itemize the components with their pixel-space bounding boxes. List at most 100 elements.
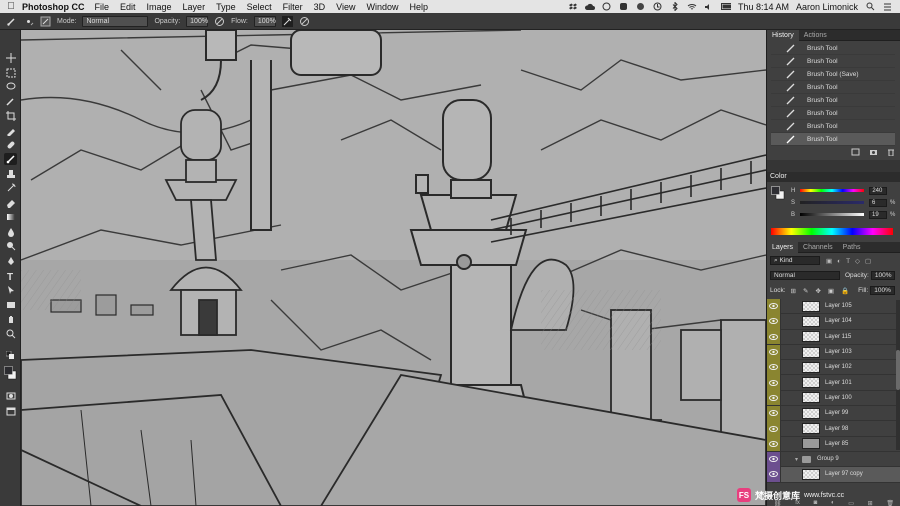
marquee-tool-icon[interactable] bbox=[4, 67, 17, 79]
group-row[interactable]: ▾ Group 9 bbox=[767, 451, 900, 468]
history-item[interactable]: Brush Tool bbox=[771, 94, 895, 107]
blend-mode-select[interactable]: Normal bbox=[770, 271, 840, 280]
layer-row[interactable]: Layer 115 bbox=[767, 329, 900, 345]
brush-preset-icon[interactable] bbox=[6, 16, 17, 27]
clone-stamp-tool-icon[interactable] bbox=[4, 168, 17, 180]
eye-icon[interactable] bbox=[767, 390, 781, 406]
lock-icons[interactable]: ⊞✎✥▣🔒 bbox=[791, 287, 857, 295]
layer-row[interactable]: Layer 103 bbox=[767, 344, 900, 361]
layer-opacity-field[interactable]: 100% bbox=[870, 271, 896, 280]
tab-history[interactable]: History bbox=[767, 29, 799, 41]
saturation-slider[interactable] bbox=[800, 201, 865, 204]
tab-paths[interactable]: Paths bbox=[838, 242, 866, 253]
lasso-tool-icon[interactable] bbox=[4, 81, 17, 93]
eye-icon[interactable] bbox=[767, 405, 781, 421]
blur-tool-icon[interactable] bbox=[4, 226, 17, 238]
pen-tool-icon[interactable] bbox=[4, 255, 17, 267]
fill-field[interactable]: 100% bbox=[870, 286, 895, 295]
opacity-field[interactable]: 100% bbox=[186, 15, 209, 27]
new-group-icon[interactable]: ▭ bbox=[848, 500, 854, 506]
crop-tool-icon[interactable] bbox=[4, 110, 17, 122]
history-item[interactable]: Brush Tool bbox=[771, 42, 895, 55]
menu-select[interactable]: Select bbox=[247, 2, 272, 12]
pressure-size-icon[interactable] bbox=[299, 16, 310, 27]
menu-window[interactable]: Window bbox=[366, 2, 398, 12]
eye-icon[interactable] bbox=[767, 329, 781, 345]
new-document-from-state-icon[interactable] bbox=[851, 148, 860, 158]
user-name[interactable]: Aaron Limonick bbox=[796, 2, 858, 12]
layer-row[interactable]: Layer 102 bbox=[767, 359, 900, 376]
fg-bg-swatch[interactable] bbox=[771, 186, 785, 200]
apple-icon[interactable]:  bbox=[0, 1, 22, 12]
healing-brush-tool-icon[interactable] bbox=[4, 139, 17, 151]
eye-icon[interactable] bbox=[767, 466, 781, 482]
flow-field[interactable]: 100% bbox=[253, 15, 276, 27]
eye-icon[interactable] bbox=[767, 421, 781, 437]
color-ramp[interactable] bbox=[771, 228, 893, 235]
notification-center-icon[interactable] bbox=[882, 2, 892, 12]
menu-type[interactable]: Type bbox=[216, 2, 236, 12]
dropbox-icon[interactable] bbox=[568, 2, 578, 12]
history-item-current[interactable]: Brush Tool bbox=[771, 133, 895, 146]
history-item[interactable]: Brush Tool bbox=[771, 120, 895, 133]
screen-mode-icon[interactable] bbox=[4, 405, 17, 417]
eyedropper-tool-icon[interactable] bbox=[4, 125, 17, 137]
history-item[interactable]: Brush Tool bbox=[771, 107, 895, 120]
brush-size-picker-icon[interactable] bbox=[23, 16, 34, 27]
default-colors-icon[interactable] bbox=[4, 350, 17, 362]
scrollbar-thumb[interactable] bbox=[896, 350, 900, 390]
menu-help[interactable]: Help bbox=[409, 2, 428, 12]
brush-tool-icon[interactable] bbox=[4, 153, 17, 165]
hue-slider[interactable] bbox=[800, 189, 865, 192]
saturation-field[interactable]: 6 bbox=[869, 198, 888, 207]
zoom-tool-icon[interactable] bbox=[4, 328, 17, 340]
time-machine-icon[interactable] bbox=[653, 2, 663, 12]
menu-file[interactable]: File bbox=[95, 2, 110, 12]
gradient-tool-icon[interactable] bbox=[4, 211, 17, 223]
airbrush-icon[interactable] bbox=[281, 15, 293, 27]
pressure-opacity-icon[interactable] bbox=[214, 16, 225, 27]
quick-select-tool-icon[interactable] bbox=[4, 95, 17, 107]
kind-filter-select[interactable]: ⌕ Kind bbox=[770, 256, 820, 265]
layer-row[interactable]: Layer 104 bbox=[767, 313, 900, 330]
type-tool-icon[interactable]: T bbox=[4, 270, 17, 282]
eraser-tool-icon[interactable] bbox=[4, 197, 17, 209]
hue-field[interactable]: 240 bbox=[869, 186, 888, 195]
brightness-field[interactable]: 19 bbox=[869, 210, 888, 219]
quick-mask-icon[interactable] bbox=[4, 390, 17, 402]
layer-row[interactable]: Layer 85 bbox=[767, 436, 900, 452]
cloud-icon[interactable] bbox=[584, 2, 595, 12]
tab-layers[interactable]: Layers bbox=[767, 241, 799, 253]
delete-layer-icon[interactable]: 🗑 bbox=[886, 500, 894, 506]
eye-icon[interactable] bbox=[767, 344, 781, 360]
layer-row[interactable]: Layer 99 bbox=[767, 405, 900, 422]
app-menu[interactable]: Photoshop CC bbox=[22, 2, 85, 12]
eye-icon[interactable] bbox=[767, 451, 781, 467]
wifi-icon[interactable] bbox=[687, 2, 697, 12]
layer-row[interactable]: Layer 101 bbox=[767, 375, 900, 391]
app-status-icon[interactable] bbox=[619, 2, 629, 12]
menu-filter[interactable]: Filter bbox=[283, 2, 303, 12]
menu-layer[interactable]: Layer bbox=[183, 2, 206, 12]
layer-row[interactable]: Layer 98 bbox=[767, 421, 900, 437]
spotlight-icon[interactable] bbox=[865, 2, 875, 12]
layer-row[interactable]: Layer 105 bbox=[767, 298, 900, 315]
hand-tool-icon[interactable] bbox=[4, 313, 17, 325]
new-snapshot-icon[interactable] bbox=[869, 148, 878, 158]
eye-icon[interactable] bbox=[767, 359, 781, 375]
volume-icon[interactable] bbox=[704, 2, 714, 12]
menu-view[interactable]: View bbox=[336, 2, 355, 12]
menu-3d[interactable]: 3D bbox=[314, 2, 326, 12]
menu-edit[interactable]: Edit bbox=[120, 2, 136, 12]
eye-icon[interactable] bbox=[767, 298, 781, 314]
foreground-background-swatches[interactable] bbox=[4, 365, 17, 381]
brightness-slider[interactable] bbox=[800, 213, 865, 216]
trash-icon[interactable] bbox=[887, 148, 895, 158]
tab-actions[interactable]: Actions bbox=[799, 30, 832, 41]
history-item[interactable]: Brush Tool (Save) bbox=[771, 68, 895, 81]
new-layer-icon[interactable]: ⊞ bbox=[868, 500, 873, 506]
timer-icon[interactable] bbox=[602, 2, 612, 12]
history-item[interactable]: Brush Tool bbox=[771, 55, 895, 68]
tab-channels[interactable]: Channels bbox=[798, 242, 838, 253]
eye-icon[interactable] bbox=[767, 375, 781, 391]
